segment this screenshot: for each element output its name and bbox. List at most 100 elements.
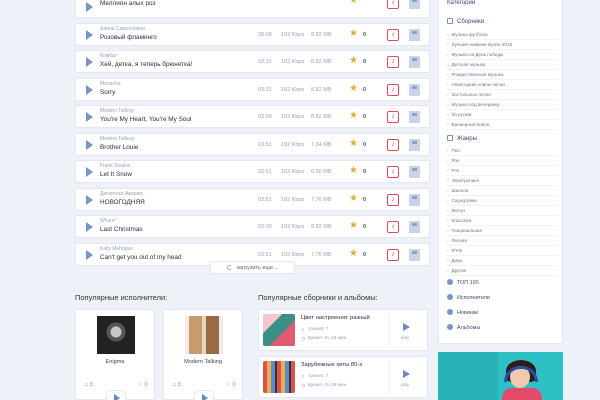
play-icon[interactable] (403, 370, 410, 378)
star-icon[interactable]: ★ (349, 165, 358, 177)
sidebar-item-genre[interactable]: Лесная (447, 236, 559, 246)
sidebar-item-collection[interactable]: За рулем (447, 110, 559, 120)
artist-photo[interactable] (97, 316, 135, 354)
artist-photo[interactable] (185, 316, 223, 354)
track-artist[interactable]: Алина Самсоновна (100, 26, 145, 32)
track-row[interactable]: Дискотека Авария НОВОГОДНЯЯ 03:51 192 Kb… (75, 187, 430, 211)
track-row[interactable]: Комбат Хей, детка, я теперь брюнетка! 03… (75, 50, 430, 73)
ringtone-icon[interactable]: ♪ (387, 111, 399, 123)
collection-play-label[interactable]: play (401, 382, 409, 387)
track-row[interactable]: Modern Talking You're My Heart, You're M… (75, 105, 430, 128)
play-icon[interactable] (86, 2, 93, 12)
sidebar-heading-collections[interactable]: Сборники (447, 18, 484, 25)
play-icon[interactable] (86, 57, 93, 67)
sidebar-link-artists[interactable]: Исполнители (447, 294, 490, 301)
collection-title[interactable]: Цвет настроения: разный (301, 315, 370, 321)
artist-card[interactable]: Enigma ♫ 3 ♡ 0 (75, 309, 155, 400)
track-row[interactable]: Modern Talking Brother Louie 03:51 192 K… (75, 132, 430, 156)
download-icon[interactable] (409, 28, 420, 41)
sidebar-item-genre[interactable]: Рок (447, 156, 559, 166)
sidebar-item-genre[interactable]: Метал (447, 206, 559, 216)
sidebar-link-new[interactable]: Новинки (447, 309, 478, 316)
promo-banner[interactable] (438, 352, 563, 400)
track-row[interactable]: Wham! Last Christmas 03:09 192 Kbps 8.82… (75, 215, 430, 238)
play-icon[interactable] (86, 167, 93, 177)
sidebar-item-genre[interactable]: Другие (447, 266, 559, 276)
sidebar-item-genre[interactable]: R'n'B (447, 246, 559, 256)
track-artist[interactable]: Wham! (100, 218, 116, 224)
ringtone-icon[interactable]: ♪ (387, 221, 399, 233)
sidebar-item-collection[interactable]: Музыка на День победы (447, 50, 559, 60)
sidebar-item-collection[interactable]: Рождественская музыка (447, 70, 559, 80)
ringtone-icon[interactable]: ♪ (387, 193, 399, 206)
track-row[interactable]: Алина Самсоновна Розовый фламинго 38:08 … (75, 22, 430, 46)
collection-card[interactable]: Зарубежные хиты 80-х ♫ треков: 7 ◷ время… (258, 356, 428, 398)
sidebar-item-genre[interactable]: Поп (447, 146, 559, 156)
star-icon[interactable]: ★ (349, 193, 358, 205)
ringtone-icon[interactable]: ♪ (387, 0, 399, 9)
ringtone-icon[interactable]: ♪ (387, 28, 399, 41)
sidebar-item-genre[interactable]: Классика (447, 216, 559, 226)
sidebar-item-genre[interactable]: Танцевальная (447, 226, 559, 236)
collection-play-label[interactable]: play (401, 335, 409, 340)
play-icon[interactable] (86, 29, 93, 40)
sidebar-item-genre[interactable]: Электроника (447, 176, 559, 186)
track-artist[interactable]: Комбат (100, 53, 117, 59)
download-icon[interactable] (409, 138, 420, 151)
star-icon[interactable]: ★ (349, 138, 358, 150)
play-icon[interactable] (86, 112, 93, 122)
play-icon[interactable] (403, 323, 410, 331)
star-icon[interactable]: ★ (349, 55, 358, 67)
sidebar-item-collection[interactable]: Застольные песни (447, 90, 559, 100)
artist-play-button[interactable] (106, 390, 126, 400)
star-icon[interactable]: ★ (349, 110, 358, 122)
track-row[interactable]: Меллион алых роз ★ ♪ (75, 0, 430, 18)
track-artist[interactable]: Kelly Mehugue (100, 246, 133, 252)
track-artist[interactable]: Modern Talking (100, 136, 134, 142)
star-icon[interactable]: ★ (349, 0, 358, 7)
sidebar-item-genre[interactable]: Джаз (447, 256, 559, 266)
sidebar-item-collection[interactable]: Музыка футбола (447, 30, 559, 40)
download-icon[interactable] (409, 221, 420, 233)
track-row[interactable]: Monsoha Sorry 03:31 192 Kbps 8.82 MB ★ 0… (75, 77, 430, 101)
sidebar-item-genre[interactable]: Рэп (447, 166, 559, 176)
sidebar-item-genre[interactable]: Саундтреки (447, 196, 559, 206)
track-artist[interactable]: Modern Talking (100, 108, 134, 114)
download-icon[interactable] (409, 0, 420, 9)
ringtone-icon[interactable]: ♪ (387, 166, 399, 178)
sidebar-item-collection[interactable]: Музыка под вечеринку (447, 100, 559, 110)
play-icon[interactable] (86, 194, 93, 205)
load-more-button[interactable]: загрузить еще... (210, 261, 295, 274)
collection-thumbnail[interactable] (263, 314, 295, 346)
sidebar-link-albums[interactable]: Альбомы (447, 324, 480, 331)
sidebar-heading-genres[interactable]: Жанры (447, 135, 477, 142)
play-icon[interactable] (86, 139, 93, 150)
download-icon[interactable] (409, 111, 420, 123)
collection-title[interactable]: Зарубежные хиты 80-х (301, 362, 362, 368)
download-icon[interactable] (409, 56, 420, 68)
track-artist[interactable]: Дискотека Авария (100, 191, 142, 197)
sidebar-item-genre[interactable]: Шансон (447, 186, 559, 196)
collection-thumbnail[interactable] (263, 361, 295, 393)
download-icon[interactable] (409, 83, 420, 96)
ringtone-icon[interactable]: ♪ (387, 138, 399, 151)
download-icon[interactable] (409, 166, 420, 178)
track-artist[interactable]: Frank Sinatra (100, 163, 130, 169)
collection-card[interactable]: Цвет настроения: разный ♫ треков: 7 ◷ вр… (258, 309, 428, 351)
sidebar-item-collection[interactable]: Детская музыка (447, 60, 559, 70)
artist-name[interactable]: Enigma (76, 359, 154, 365)
track-artist[interactable]: Monsoha (100, 81, 121, 87)
sidebar-item-collection[interactable]: Баннерный вовон (447, 120, 559, 130)
ringtone-icon[interactable]: ♪ (387, 248, 399, 261)
sidebar-item-collection[interactable]: Лучшие новинки музон 2018 (447, 40, 559, 50)
star-icon[interactable]: ★ (349, 220, 358, 232)
play-icon[interactable] (86, 222, 93, 232)
star-icon[interactable]: ★ (349, 83, 358, 95)
track-row[interactable]: Frank Sinatra Let It Snow 03:51 192 Kbps… (75, 160, 430, 183)
download-icon[interactable] (409, 193, 420, 206)
sidebar-link-top100[interactable]: ТОП 100 (447, 279, 479, 286)
artist-name[interactable]: Modern Talking (164, 359, 242, 365)
artist-card[interactable]: Modern Talking ♫ 3 ♡ 0 (163, 309, 243, 400)
sidebar-item-collection[interactable]: Новогодние клипы песни (447, 80, 559, 90)
artist-play-button[interactable] (194, 390, 214, 400)
